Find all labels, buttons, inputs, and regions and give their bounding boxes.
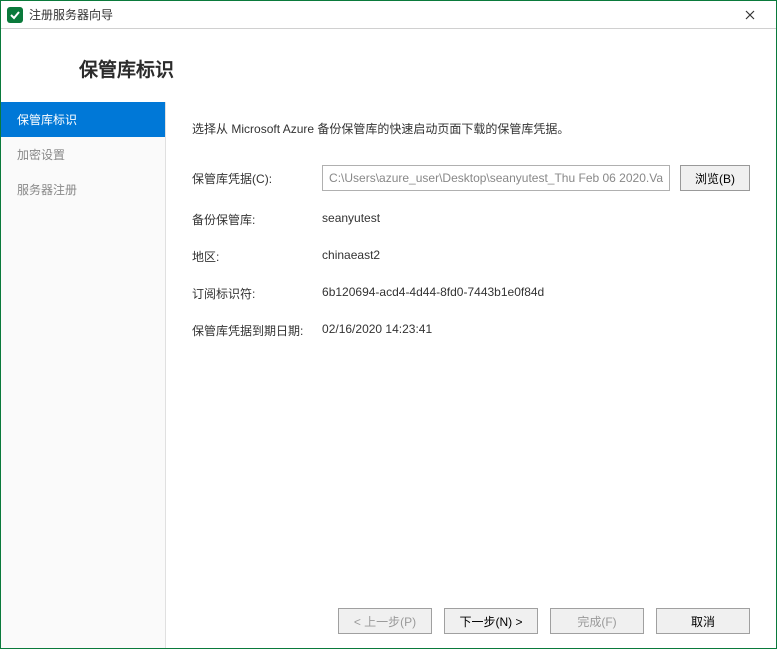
- app-icon: [7, 7, 23, 23]
- prev-button[interactable]: < 上一步(P): [338, 608, 432, 634]
- subscription-id-row: 订阅标识符: 6b120694-acd4-4d44-8fd0-7443b1e0f…: [192, 285, 750, 302]
- description-text: 选择从 Microsoft Azure 备份保管库的快速启动页面下载的保管库凭据…: [192, 120, 750, 137]
- expiry-value: 02/16/2020 14:23:41: [322, 322, 432, 339]
- wizard-footer: < 上一步(P) 下一步(N) > 完成(F) 取消: [338, 608, 750, 634]
- close-button[interactable]: [730, 1, 770, 28]
- close-icon: [745, 10, 755, 20]
- next-button[interactable]: 下一步(N) >: [444, 608, 538, 634]
- subscription-id-value: 6b120694-acd4-4d44-8fd0-7443b1e0f84d: [322, 285, 544, 302]
- credential-label: 保管库凭据(C):: [192, 170, 322, 187]
- window-title: 注册服务器向导: [29, 6, 113, 23]
- credential-path-input[interactable]: C:\Users\azure_user\Desktop\seanyutest_T…: [322, 165, 670, 191]
- page-title: 保管库标识: [79, 55, 726, 82]
- titlebar: 注册服务器向导: [1, 1, 776, 29]
- sidebar-item-vault-identity[interactable]: 保管库标识: [1, 102, 165, 137]
- credential-row: 保管库凭据(C): C:\Users\azure_user\Desktop\se…: [192, 165, 750, 191]
- wizard-main: 选择从 Microsoft Azure 备份保管库的快速启动页面下载的保管库凭据…: [166, 102, 776, 648]
- browse-button[interactable]: 浏览(B): [680, 165, 750, 191]
- backup-vault-value: seanyutest: [322, 211, 380, 228]
- registration-wizard-window: 注册服务器向导 保管库标识 保管库标识 加密设置 服务器注册 选择从 Micro…: [0, 0, 777, 649]
- region-value: chinaeast2: [322, 248, 380, 265]
- backup-vault-row: 备份保管库: seanyutest: [192, 211, 750, 228]
- cancel-button[interactable]: 取消: [656, 608, 750, 634]
- region-row: 地区: chinaeast2: [192, 248, 750, 265]
- region-label: 地区:: [192, 248, 322, 265]
- wizard-body: 保管库标识 加密设置 服务器注册 选择从 Microsoft Azure 备份保…: [1, 102, 776, 648]
- subscription-id-label: 订阅标识符:: [192, 285, 322, 302]
- sidebar-item-server-registration[interactable]: 服务器注册: [1, 172, 165, 207]
- expiry-row: 保管库凭据到期日期: 02/16/2020 14:23:41: [192, 322, 750, 339]
- sidebar-item-encryption[interactable]: 加密设置: [1, 137, 165, 172]
- backup-vault-label: 备份保管库:: [192, 211, 322, 228]
- expiry-label: 保管库凭据到期日期:: [192, 322, 322, 339]
- finish-button[interactable]: 完成(F): [550, 608, 644, 634]
- wizard-header: 保管库标识: [1, 29, 776, 102]
- wizard-sidebar: 保管库标识 加密设置 服务器注册: [1, 102, 166, 648]
